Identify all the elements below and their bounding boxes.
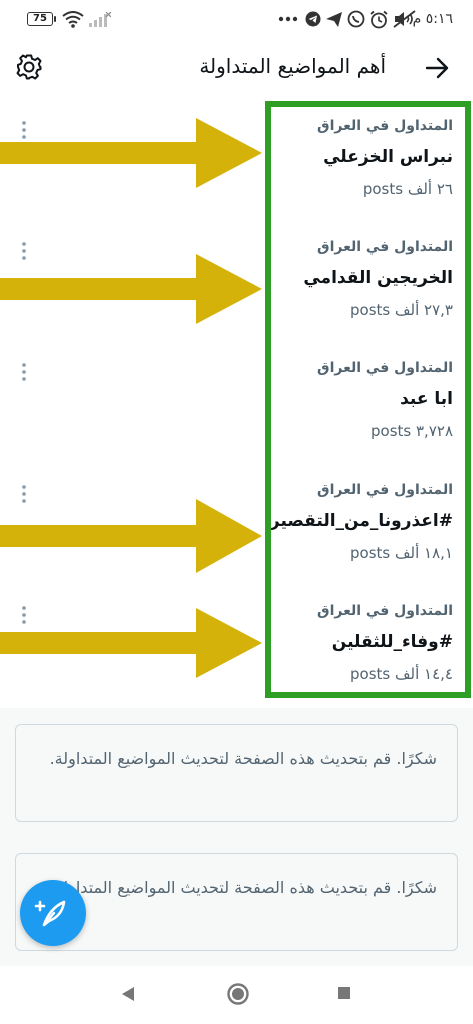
compose-feather-icon [34, 900, 66, 927]
trend-context: المتداول في العراق [317, 603, 453, 619]
battery-icon: 75 [27, 12, 56, 26]
alarm-icon [370, 10, 388, 29]
trend-name: ابا عبد [400, 389, 453, 409]
system-navigation-bar [0, 966, 473, 1024]
trend-post-count: ١٤,٤ ألف posts [350, 665, 453, 683]
trend-name: #وفاء_للثقلين [331, 632, 453, 652]
trend-context: المتداول في العراق [317, 239, 453, 255]
wifi-icon [62, 11, 84, 28]
compose-post-button[interactable] [20, 880, 86, 946]
trend-context: المتداول في العراق [317, 482, 453, 498]
nav-home-icon[interactable] [226, 982, 250, 1006]
refresh-notice-card: شكرًا. قم بتحديث هذه الصفحة لتحديث الموا… [15, 724, 458, 822]
trend-post-count: ٢٦ ألف posts [362, 180, 453, 198]
more-options-icon[interactable] [18, 361, 30, 383]
more-notifications-icon [278, 16, 298, 22]
clock-text: ٥:١٦ م [412, 11, 453, 27]
page-title: أهم المواضيع المتداولة [199, 54, 386, 78]
annotation-arrow [0, 118, 262, 188]
trend-context: المتداول في العراق [317, 118, 453, 134]
trending-page: 75 ٥:١٦ م أهم المواضيع المتداولة المتداو… [0, 0, 473, 1024]
annotation-arrow [0, 499, 262, 573]
trend-post-count: ٣,٧٢٨ posts [371, 422, 453, 440]
status-bar: 75 ٥:١٦ م [0, 0, 473, 40]
back-arrow-icon[interactable] [423, 54, 451, 82]
send-icon [326, 12, 342, 27]
signal-icon [89, 12, 111, 27]
trend-name: نبراس الخزعلي [323, 147, 453, 167]
nav-recents-icon[interactable] [335, 984, 353, 1002]
refresh-notice-text: شكرًا. قم بتحديث هذه الصفحة لتحديث الموا… [49, 749, 437, 768]
trend-context: المتداول في العراق [317, 360, 453, 376]
trend-name: الخريجين القدامي [303, 268, 453, 288]
whatsapp-icon [347, 10, 365, 28]
trend-name: #اعذرونا_من_التقصير [269, 511, 453, 531]
refresh-notice-text: شكرًا. قم بتحديث هذه الصفحة لتحديث الموا… [49, 878, 437, 897]
trend-post-count: ٢٧,٣ ألف posts [350, 301, 453, 319]
top-app-bar: أهم المواضيع المتداولة [0, 40, 473, 98]
annotation-arrow [0, 608, 262, 678]
settings-gear-icon[interactable] [15, 53, 43, 81]
nav-back-icon[interactable] [118, 984, 138, 1004]
annotation-arrow [0, 254, 262, 324]
telegram-icon [305, 11, 321, 27]
trend-item[interactable]: المتداول في العراق ابا عبد ٣,٧٢٨ posts [0, 345, 473, 465]
trend-post-count: ١٨,١ ألف posts [350, 544, 453, 562]
